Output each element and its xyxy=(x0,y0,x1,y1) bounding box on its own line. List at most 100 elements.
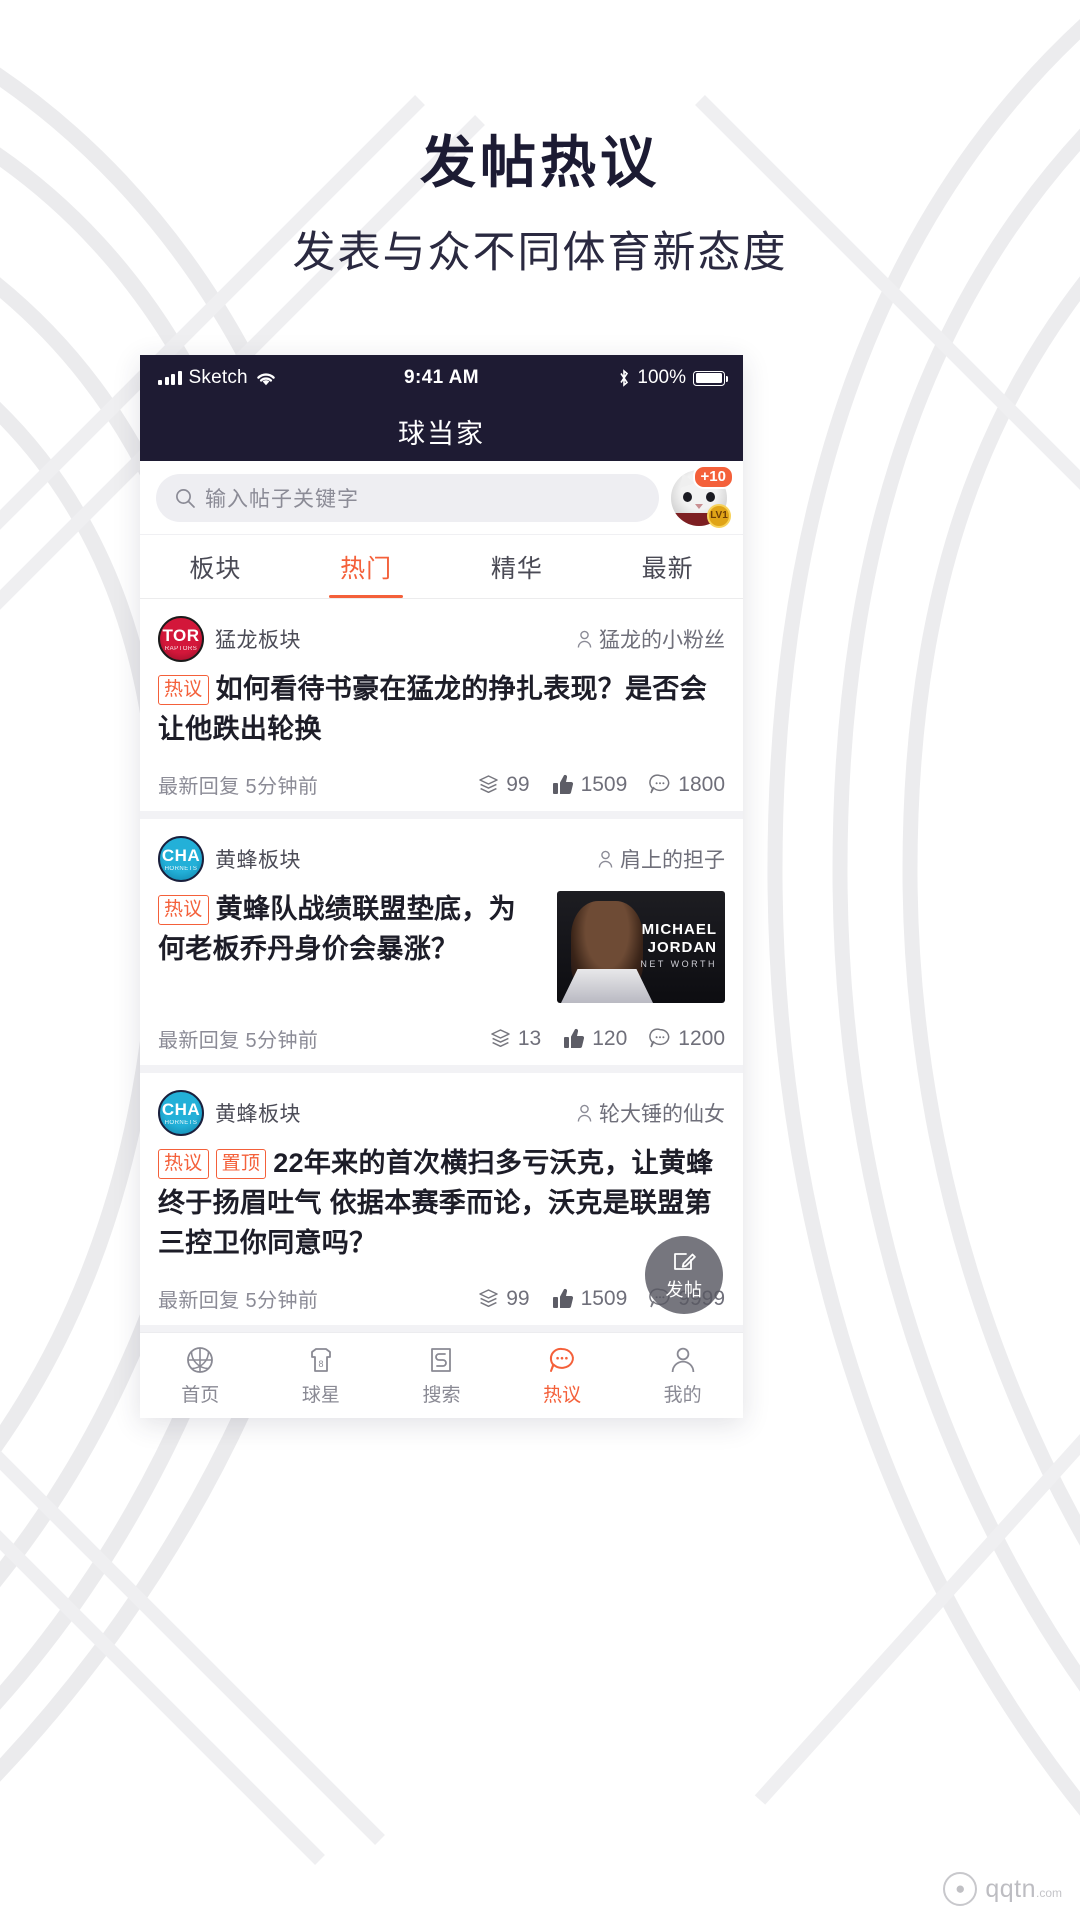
board-name[interactable]: 猛龙板块 xyxy=(215,624,301,654)
author-name: 猛龙的小粉丝 xyxy=(599,629,725,652)
tab-label: 精华 xyxy=(490,554,543,583)
author-name: 轮大锤的仙女 xyxy=(599,1103,725,1126)
tab-zuixin[interactable]: 最新 xyxy=(592,535,743,598)
watermark-text: qqtn xyxy=(985,1874,1036,1903)
person-icon xyxy=(577,630,592,648)
person-icon xyxy=(598,850,613,868)
bluetooth-icon xyxy=(620,369,629,387)
comment-stat[interactable]: 1200 xyxy=(649,1027,725,1051)
collect-count: 99 xyxy=(506,1286,530,1310)
team-logo-icon: TOR RAPTORS xyxy=(158,616,204,662)
post-header: CHA HORNETS 黄蜂板块 肩上的担子 xyxy=(158,835,725,883)
compose-label: 发帖 xyxy=(665,1280,703,1300)
avatar[interactable]: +10 LV1 xyxy=(671,464,734,528)
post-title[interactable]: 如何看待书豪在猛龙的挣扎表现？是否会让他跌出轮换 xyxy=(158,674,707,744)
search-input[interactable]: 输入帖子关键字 xyxy=(156,473,659,522)
basketball-icon xyxy=(187,1346,214,1373)
team-logo-sub: HORNETS xyxy=(164,865,198,872)
board-name[interactable]: 黄蜂板块 xyxy=(215,1098,301,1128)
post-author: 轮大锤的仙女 xyxy=(576,1098,725,1128)
post-stats: 13 120 1200 xyxy=(490,1027,725,1051)
post-card[interactable]: CHA HORNETS 黄蜂板块 肩上的担子 热议 黄蜂队战绩联盟垫底，为何老板乔… xyxy=(140,819,743,1065)
battery-full-icon xyxy=(693,370,729,386)
post-author: 肩上的担子 xyxy=(597,844,725,874)
nav-item-discussion[interactable]: 热议 xyxy=(502,1345,623,1407)
post-header: CHA HORNETS 黄蜂板块 轮大锤的仙女 xyxy=(158,1089,725,1137)
post-feed[interactable]: TOR RAPTORS 猛龙板块 猛龙的小粉丝 热议 如何看待书豪在猛龙的挣扎表现… xyxy=(140,599,743,1332)
like-count: 120 xyxy=(592,1026,628,1050)
search-placeholder: 输入帖子关键字 xyxy=(205,487,359,511)
svg-text:8: 8 xyxy=(318,1359,323,1369)
like-stat[interactable]: 1509 xyxy=(552,1287,627,1311)
tab-bar: 板块 热门 精华 最新 xyxy=(140,535,743,599)
comment-count: 1800 xyxy=(678,772,725,796)
post-thumbnail[interactable]: MICHAEL JORDAN NET WORTH xyxy=(557,891,725,1003)
thumbnail-title: MICHAEL JORDAN xyxy=(642,921,717,957)
collect-stat[interactable]: 99 xyxy=(478,772,530,797)
jersey-icon: 8 xyxy=(310,1347,331,1372)
nav-item-profile[interactable]: 我的 xyxy=(622,1345,743,1407)
watermark-logo-icon: ● xyxy=(943,1872,978,1906)
tab-bankuai[interactable]: 板块 xyxy=(140,535,291,598)
layers-icon xyxy=(479,775,498,794)
team-logo-sub: RAPTORS xyxy=(164,645,198,652)
collect-stat[interactable]: 13 xyxy=(490,1027,541,1051)
post-body: 热议 如何看待书豪在猛龙的挣扎表现？是否会让他跌出轮换 xyxy=(158,663,725,749)
tab-jinghua[interactable]: 精华 xyxy=(442,535,593,598)
team-logo-sub: HORNETS xyxy=(164,1119,198,1126)
thumbs-up-icon xyxy=(552,1288,573,1308)
post-tag: 热议 xyxy=(158,1149,209,1179)
post-stats: 99 1509 1800 xyxy=(478,773,725,797)
comment-count: 1200 xyxy=(678,1026,725,1050)
comment-stat[interactable]: 1800 xyxy=(649,773,725,797)
thumbs-up-icon xyxy=(564,1028,585,1048)
nav-item-players[interactable]: 8 球星 xyxy=(261,1345,382,1407)
person-icon xyxy=(671,1347,694,1372)
post-body: 热议 黄蜂队战绩联盟垫底，为何老板乔丹身价会暴涨？ MICHAEL JORDAN … xyxy=(158,883,725,1003)
post-author: 猛龙的小粉丝 xyxy=(576,624,725,654)
team-logo-text: CHA xyxy=(161,1099,201,1119)
bottom-navigation: 首页 8 球星 搜索 热议 我的 xyxy=(140,1332,743,1418)
comment-icon xyxy=(649,774,670,794)
app-title-bar: 球当家 xyxy=(140,401,743,461)
board-name[interactable]: 黄蜂板块 xyxy=(215,844,301,874)
post-tag: 热议 xyxy=(158,675,209,705)
team-logo-icon: CHA HORNETS xyxy=(158,836,204,882)
nav-label: 我的 xyxy=(663,1384,702,1406)
tab-label: 板块 xyxy=(189,554,242,583)
post-tag-pinned: 置顶 xyxy=(215,1149,267,1179)
compose-post-button[interactable]: 发帖 xyxy=(645,1236,723,1314)
nav-label: 首页 xyxy=(181,1384,220,1406)
post-card[interactable]: TOR RAPTORS 猛龙板块 猛龙的小粉丝 热议 如何看待书豪在猛龙的挣扎表现… xyxy=(140,599,743,811)
post-title[interactable]: 黄蜂队战绩联盟垫底，为何老板乔丹身价会暴涨？ xyxy=(158,894,516,964)
like-count: 1509 xyxy=(580,772,628,796)
post-body: 热议 置顶 22年来的首次横扫多亏沃克，让黄蜂终于扬眉吐气 依据本赛季而论，沃克是联… xyxy=(158,1137,725,1263)
nav-item-search[interactable]: 搜索 xyxy=(381,1345,502,1407)
thumbs-up-icon xyxy=(552,774,573,794)
tab-remen[interactable]: 热门 xyxy=(291,535,442,598)
post-tag: 热议 xyxy=(158,895,209,925)
nav-label: 搜索 xyxy=(422,1384,461,1406)
watermark-suffix: .com xyxy=(1035,1885,1062,1900)
person-icon xyxy=(577,1104,592,1122)
like-stat[interactable]: 1509 xyxy=(552,772,628,797)
search-row: 输入帖子关键字 +10 LV1 xyxy=(140,461,743,535)
author-name: 肩上的担子 xyxy=(620,849,725,872)
thumbnail-line1: MICHAEL xyxy=(641,921,717,938)
post-reply-time: 最新回复 5分钟前 xyxy=(158,1030,319,1052)
nav-item-home[interactable]: 首页 xyxy=(140,1345,261,1407)
team-logo-icon: CHA HORNETS xyxy=(158,1090,204,1136)
collect-stat[interactable]: 99 xyxy=(478,1286,530,1311)
comment-icon xyxy=(550,1347,574,1372)
team-logo-text: TOR xyxy=(162,625,200,645)
post-title-row: 热议 如何看待书豪在猛龙的挣扎表现？是否会让他跌出轮换 xyxy=(158,669,725,749)
discover-icon xyxy=(431,1347,452,1372)
like-stat[interactable]: 120 xyxy=(563,1027,627,1051)
comment-icon xyxy=(649,1028,670,1048)
promo-subtitle: 发表与众不同体育新态度 xyxy=(292,229,788,277)
thumbnail-line2: JORDAN xyxy=(647,939,717,956)
post-title-row: 热议 黄蜂队战绩联盟垫底，为何老板乔丹身价会暴涨？ xyxy=(158,889,543,969)
collect-count: 99 xyxy=(506,772,530,796)
layers-icon xyxy=(479,1289,498,1308)
thumbnail-line3: NET WORTH xyxy=(640,959,717,969)
